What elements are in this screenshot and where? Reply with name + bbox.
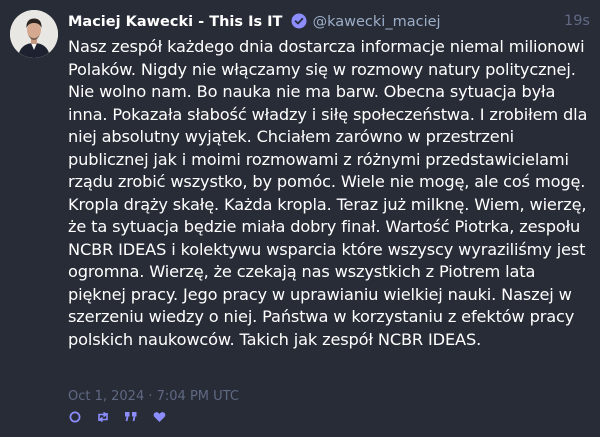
status-actions	[68, 410, 166, 424]
verified-badge-icon	[291, 13, 307, 34]
status-content: Nasz zespół każdego dnia dostarcza infor…	[68, 37, 588, 349]
relative-time[interactable]: 19s	[564, 11, 590, 31]
account-handle[interactable]: @kawecki_maciej	[313, 14, 441, 30]
quote-icon[interactable]	[124, 410, 138, 424]
status-timestamp[interactable]: Oct 1, 2024 · 7:04 PM UTC	[68, 389, 239, 404]
heart-icon[interactable]	[152, 410, 166, 424]
status-card: Maciej Kawecki - This Is IT @kawecki_mac…	[0, 0, 600, 437]
avatar[interactable]	[10, 10, 58, 58]
reply-icon[interactable]	[68, 410, 82, 424]
display-name[interactable]: Maciej Kawecki - This Is IT	[68, 14, 282, 30]
status-header: Maciej Kawecki - This Is IT @kawecki_mac…	[68, 11, 590, 31]
boost-icon[interactable]	[96, 410, 110, 424]
